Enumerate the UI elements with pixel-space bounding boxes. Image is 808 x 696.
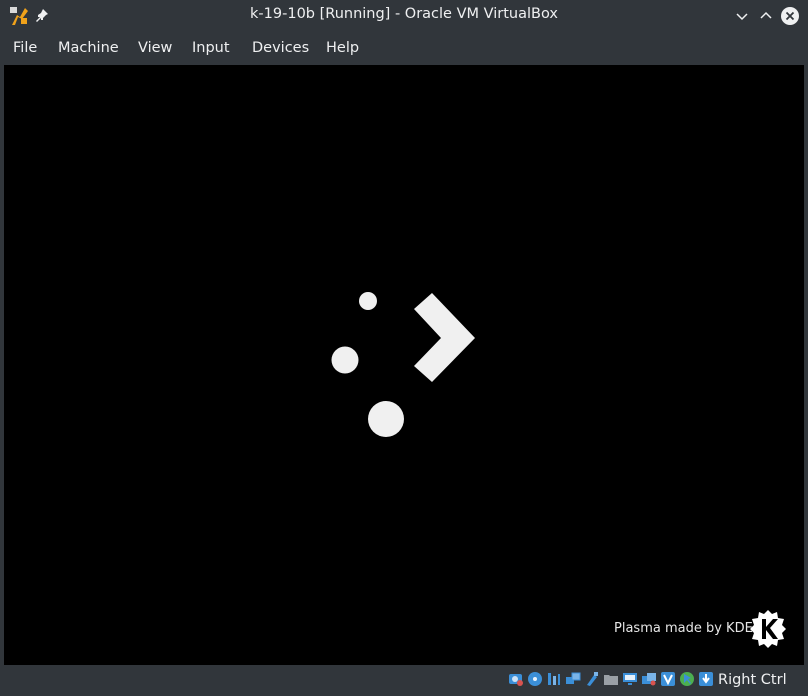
host-key-label[interactable]: Right Ctrl [718, 672, 787, 688]
vm-display[interactable]: Plasma made by KDE [4, 65, 804, 665]
maximize-icon[interactable] [756, 6, 776, 26]
usb-icon[interactable] [584, 671, 600, 687]
optical-drive-icon[interactable] [527, 671, 543, 687]
hard-disk-icon[interactable] [508, 671, 524, 687]
device-indicators [508, 671, 714, 689]
window-title: k-19-10b [Running] - Oracle VM VirtualBo… [250, 6, 558, 22]
plasma-logo-chevron [414, 293, 475, 382]
menu-help[interactable]: Help [326, 40, 359, 56]
audio-icon[interactable] [546, 671, 562, 687]
minimize-icon[interactable] [732, 6, 752, 26]
menu-machine[interactable]: Machine [58, 40, 119, 56]
network-icon[interactable] [565, 671, 581, 687]
menu-bar: File Machine View Input Devices Help [0, 32, 808, 65]
plasma-logo-dot-small [359, 292, 377, 310]
menu-file[interactable]: File [13, 40, 37, 56]
plasma-splash-logo [331, 292, 475, 437]
cpu-virtualization-icon[interactable] [660, 671, 676, 687]
kde-credit-text: Plasma made by KDE [614, 621, 753, 636]
status-bar: Right Ctrl [0, 665, 808, 696]
menu-view[interactable]: View [138, 40, 172, 56]
recording-icon[interactable] [641, 671, 657, 687]
close-icon[interactable] [780, 6, 800, 26]
shared-folders-icon[interactable] [603, 671, 619, 687]
title-bar[interactable]: k-19-10b [Running] - Oracle VM VirtualBo… [0, 0, 808, 32]
display-icon[interactable] [622, 671, 638, 687]
plasma-logo-dot-large [368, 401, 404, 437]
plasma-logo-dot-medium [331, 346, 359, 374]
menu-devices[interactable]: Devices [252, 40, 309, 56]
kde-logo [750, 610, 786, 648]
keyboard-capture-icon[interactable] [698, 671, 714, 687]
menu-input[interactable]: Input [192, 40, 230, 56]
mouse-integration-icon[interactable] [679, 671, 695, 687]
